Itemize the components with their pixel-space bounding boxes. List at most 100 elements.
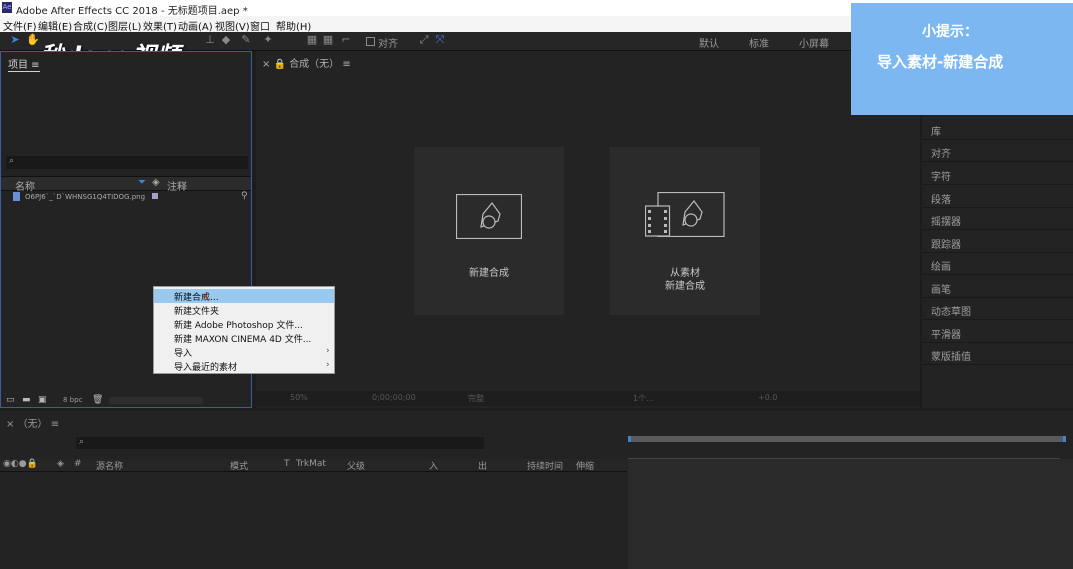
label-tag-icon[interactable]: ◈ [152,177,160,188]
eraser-tool-icon[interactable]: ◆ [220,34,232,46]
panel-paragraph-label: 段落 [931,195,951,206]
sort-chevron-icon[interactable]: ⏷ [138,177,146,188]
local-axis-icon[interactable]: ▦ [306,34,318,46]
panel-motion-sketch[interactable]: 动态草图 [922,298,1073,320]
project-search-input[interactable]: ⌕ [6,156,248,169]
menu-item-new-composition[interactable]: 新建合成... [154,289,334,303]
menu-item-label: 新建 MAXON CINEMA 4D 文件... [174,335,312,345]
project-item-name: O6PJ6`_`D`WHNSG1Q4TIDOG.png [25,193,146,201]
menu-item-import-recent[interactable]: 导入最近的素材 › [154,359,334,373]
column-out[interactable]: 出 [478,459,487,472]
project-item-row[interactable]: O6PJ6`_`D`WHNSG1Q4TIDOG.png ⚲ [1,191,251,204]
panel-paragraph[interactable]: 段落 [922,186,1073,208]
panel-paint[interactable]: 绘画 [922,253,1073,275]
column-in[interactable]: 入 [429,459,438,472]
menu-file[interactable]: 文件(F) [3,18,37,33]
image-file-icon [13,192,20,201]
panel-align[interactable]: 对齐 [922,140,1073,162]
composition-panel: × 🔒 合成（无） ≡ 新建合成 从素材 新建合成 50% 0;00;00;00… [256,51,920,408]
from-footage-label-1: 从素材 [670,268,700,279]
view-axis-icon[interactable]: ⌐ [340,34,352,46]
menu-effect[interactable]: 效果(T) [143,18,177,33]
tip-overlay: 小提示： 导入素材-新建合成 [851,3,1073,115]
snap-icon[interactable]: ⤧ [434,34,446,46]
visibility-icons[interactable]: ◉◐●🔒 [3,459,38,469]
column-t[interactable]: T [284,459,290,469]
menu-composition[interactable]: 合成(C) [73,18,108,33]
project-scrollbar[interactable] [109,397,203,404]
panel-mask-interpolation-label: 蒙版插值 [931,352,971,363]
world-axis-icon[interactable]: ▦ [322,34,334,46]
menu-help[interactable]: 帮助(H) [276,18,311,33]
column-stretch[interactable]: 伸缩 [576,459,594,472]
panel-align-label: 对齐 [931,149,951,160]
align-label: 对齐 [378,39,398,50]
time-ruler[interactable] [628,446,1060,459]
label-color-swatch[interactable] [152,193,158,199]
current-time[interactable]: 0;00;00;00 [372,393,416,402]
menu-layer[interactable]: 图层(L) [108,18,141,33]
bpc-label[interactable]: 8 bpc [63,396,82,404]
trash-icon[interactable]: 🗑 [92,395,103,405]
work-area-bar[interactable] [628,436,1066,442]
panel-mask-interpolation[interactable]: 蒙版插值 [922,343,1073,365]
panel-wiggler[interactable]: 摇摆器 [922,208,1073,230]
new-composition-icon[interactable]: ▣ [38,395,47,405]
menu-item-import[interactable]: 导入 › [154,345,334,359]
column-mode[interactable]: 模式 [230,459,248,472]
layer-number-icon: # [74,459,82,469]
menu-view[interactable]: 视图(V) [215,18,250,33]
menu-window[interactable]: 窗口 [250,18,270,33]
from-footage-label-2: 新建合成 [665,281,705,292]
align-checkbox[interactable] [366,37,375,46]
new-folder-icon[interactable]: ▬ [22,395,31,405]
camera-dropdown[interactable]: 1个... [633,393,654,404]
timeline-track-area[interactable] [628,459,1073,569]
roto-brush-icon[interactable]: ✎ [240,34,252,46]
mouse-cursor-icon: ↖ [202,291,212,304]
timeline-panel: × （无） ≡ ⌕ ◉◐●🔒 ◈ # 源名称 模式 T TrkMat 父级 入 … [0,411,1073,569]
expand-arrows-icon[interactable]: ⤢ [418,34,430,46]
new-composition-card[interactable]: 新建合成 [414,147,564,315]
new-composition-icon [456,194,522,239]
workspace-default[interactable]: 默认 [699,35,719,50]
selection-tool-icon[interactable]: ➤ [9,34,21,46]
column-source-name[interactable]: 源名称 [96,459,123,472]
panel-motion-sketch-label: 动态草图 [931,307,971,318]
stamp-tool-icon[interactable]: ⊥ [204,34,216,46]
menu-edit[interactable]: 编辑(E) [38,18,72,33]
zoom-dropdown[interactable]: 50% [290,393,308,402]
panel-tracker[interactable]: 跟踪器 [922,231,1073,253]
right-panels: 库 对齐 字符 段落 摇摆器 跟踪器 绘画 画笔 动态草图 平滑器 蒙版插值 [922,115,1073,408]
panel-brushes[interactable]: 画笔 [922,276,1073,298]
menu-item-new-folder[interactable]: 新建文件夹 [154,303,334,317]
column-parent[interactable]: 父级 [347,459,365,472]
project-tab[interactable]: 项目 ≡ [8,56,40,72]
new-comp-from-footage-card[interactable]: 从素材 新建合成 [610,147,760,315]
hand-tool-icon[interactable]: ✋ [26,34,40,46]
project-footer: ▭ ▬ ▣ 8 bpc 🗑 [1,394,251,407]
column-trkmat[interactable]: TrkMat [296,459,326,469]
workspace-small-screen[interactable]: 小屏幕 [799,35,829,50]
panel-library[interactable]: 库 [922,118,1073,140]
panel-smoother-label: 平滑器 [931,330,961,341]
panel-brushes-label: 画笔 [931,285,951,296]
puppet-pin-icon[interactable]: ✦ [262,34,274,46]
menu-item-new-photoshop-file[interactable]: 新建 Adobe Photoshop 文件... [154,317,334,331]
label-tag-icon[interactable]: ◈ [57,459,64,469]
resolution-dropdown[interactable]: 完整 [468,393,484,404]
exposure-value[interactable]: +0.0 [758,393,777,402]
composition-tab[interactable]: × 🔒 合成（无） ≡ [262,55,351,70]
interpret-footage-icon[interactable]: ▭ [6,395,15,405]
timeline-search-input[interactable]: ⌕ [76,437,484,449]
timeline-tab[interactable]: × （无） ≡ [6,415,59,430]
panel-character[interactable]: 字符 [922,163,1073,185]
column-duration[interactable]: 持续时间 [527,459,563,472]
flowchart-icon[interactable]: ⚲ [241,191,248,201]
menu-animation[interactable]: 动画(A) [178,18,213,33]
panel-smoother[interactable]: 平滑器 [922,321,1073,343]
timeline-column-header: ◉◐●🔒 ◈ # 源名称 模式 T TrkMat 父级 入 出 持续时间 伸缩 [0,459,627,472]
workspace-standard[interactable]: 标准 [749,35,769,50]
panel-character-label: 字符 [931,172,951,183]
menu-item-new-cinema4d-file[interactable]: 新建 MAXON CINEMA 4D 文件... [154,331,334,345]
